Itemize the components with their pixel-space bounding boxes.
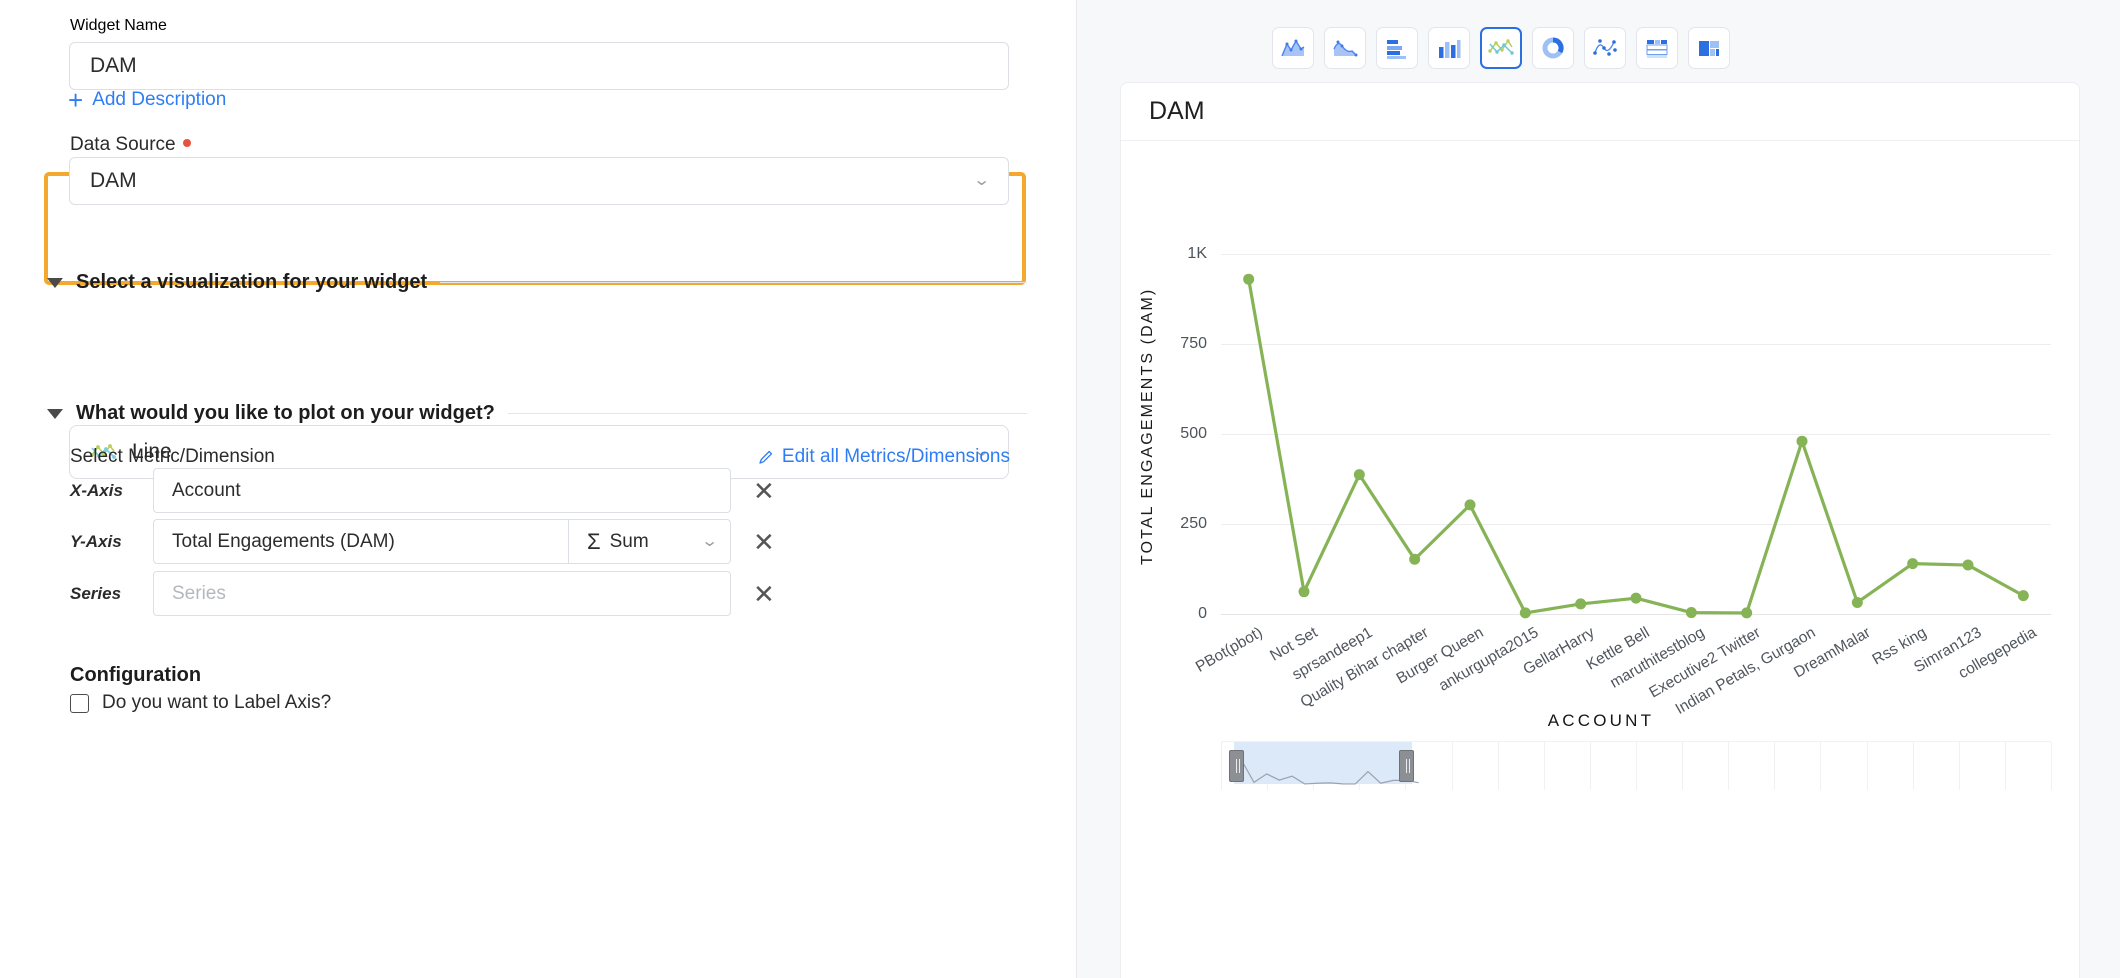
widget-name-input[interactable]: DAM — [69, 42, 1009, 90]
section-divider — [440, 282, 1027, 283]
y-axis-aggregation-select[interactable]: Σ Sum ⌄ — [569, 519, 731, 564]
visualization-section-title: Select a visualization for your widget — [76, 271, 428, 293]
navigator-right-handle[interactable] — [1399, 750, 1414, 782]
y-axis-row: Y-Axis Total Engagements (DAM) Σ Sum ⌄ ✕ — [70, 519, 775, 564]
add-description-label: Add Description — [92, 89, 227, 110]
select-metric-label: Select Metric/Dimension — [70, 446, 275, 467]
widget-editor-screen: Widget Name DAM + Add Description Data S… — [0, 0, 2120, 978]
chevron-collapse-icon — [47, 277, 63, 288]
chart-type-toolbar — [1272, 27, 1730, 69]
data-source-select[interactable]: DAM ⌄ — [69, 157, 1009, 205]
y-axis-remove-icon[interactable]: ✕ — [753, 529, 775, 555]
edit-all-metrics-label: Edit all Metrics/Dimensions — [781, 446, 1010, 467]
x-axis-remove-icon[interactable]: ✕ — [753, 478, 775, 504]
x-axis-label: X-Axis — [70, 480, 123, 500]
navigator-left-handle[interactable] — [1229, 750, 1244, 782]
label-axis-checkbox-label: Do you want to Label Axis? — [102, 692, 332, 713]
chevron-collapse-icon — [47, 408, 63, 419]
donut-chart-icon-button[interactable] — [1532, 27, 1574, 69]
sigma-icon: Σ — [587, 528, 601, 554]
chart-card-title: DAM — [1121, 83, 2079, 141]
area-spline-chart-icon-button[interactable] — [1272, 27, 1314, 69]
navigator-tick — [2051, 742, 2052, 790]
add-description-button[interactable]: + Add Description — [68, 87, 226, 113]
data-source-label-wrap: Data Source — [70, 134, 191, 156]
chart-plot-area: TOTAL ENGAGEMENTS (DAM) 1K 750 500 250 0… — [1121, 141, 2079, 978]
plus-icon: + — [68, 85, 84, 115]
treemap-chart-icon-button[interactable] — [1688, 27, 1730, 69]
area-chart-icon — [1333, 40, 1358, 57]
visualization-section-header[interactable]: Select a visualization for your widget — [47, 271, 1027, 294]
plot-section-header[interactable]: What would you like to plot on your widg… — [47, 402, 1027, 425]
scatter-chart-icon-button[interactable] — [1584, 27, 1626, 69]
horizontal-bar-chart-icon-button[interactable] — [1376, 27, 1418, 69]
line-series — [1243, 273, 2029, 619]
horizontal-bar-chart-icon — [1387, 40, 1406, 59]
data-source-label: Data Source — [70, 134, 176, 155]
chart-preview-panel: DAM TOTAL ENGAGEMENTS (DAM) 1K 750 500 2… — [1077, 0, 2120, 978]
label-axis-checkbox[interactable] — [70, 693, 89, 713]
section-divider — [507, 413, 1027, 414]
treemap-chart-icon — [1699, 41, 1719, 56]
x-axis-title: ACCOUNT — [1547, 711, 1655, 730]
label-axis-checkbox-row[interactable]: Do you want to Label Axis? — [70, 692, 331, 714]
series-label: Series — [70, 583, 122, 603]
metric-dimension-header: Select Metric/Dimension Edit all Metrics… — [70, 446, 1010, 468]
configuration-title: Configuration — [70, 664, 202, 686]
widget-name-label: Widget Name — [70, 17, 167, 34]
required-indicator-dot — [182, 139, 191, 147]
table-chart-icon-button[interactable] — [1636, 27, 1678, 69]
area-spline-chart-icon — [1281, 39, 1305, 57]
chart-card: DAM TOTAL ENGAGEMENTS (DAM) 1K 750 500 2… — [1120, 82, 2080, 978]
line-chart-icon-button[interactable] — [1480, 27, 1522, 69]
line-chart-icon — [1488, 39, 1514, 55]
series-remove-icon[interactable]: ✕ — [753, 581, 775, 607]
donut-chart-icon — [1542, 37, 1564, 59]
pencil-icon — [759, 450, 773, 464]
y-axis-aggregation-value: Sum — [609, 530, 649, 552]
column-chart-icon-button[interactable] — [1428, 27, 1470, 69]
chart-range-navigator[interactable] — [1221, 741, 2052, 790]
column-chart-icon — [1439, 40, 1461, 58]
chevron-down-icon: ⌄ — [700, 532, 719, 550]
chevron-down-icon: ⌄ — [972, 172, 991, 189]
x-axis-row: X-Axis Account ✕ — [70, 468, 775, 513]
table-chart-icon — [1646, 40, 1668, 58]
scatter-chart-icon — [1593, 39, 1617, 56]
edit-all-metrics-button[interactable]: Edit all Metrics/Dimensions — [757, 446, 1010, 468]
x-axis-input[interactable]: Account — [153, 468, 731, 513]
series-input[interactable]: Series — [153, 571, 731, 616]
y-axis-label: Y-Axis — [70, 531, 122, 551]
area-chart-icon-button[interactable] — [1324, 27, 1366, 69]
plot-section-title: What would you like to plot on your widg… — [76, 402, 495, 424]
widget-config-panel: Widget Name DAM + Add Description Data S… — [0, 0, 1077, 978]
series-row: Series Series ✕ — [70, 571, 775, 616]
navigator-mini-series — [1240, 759, 1419, 785]
data-source-value: DAM — [90, 169, 137, 192]
y-axis-input[interactable]: Total Engagements (DAM) — [153, 519, 569, 564]
